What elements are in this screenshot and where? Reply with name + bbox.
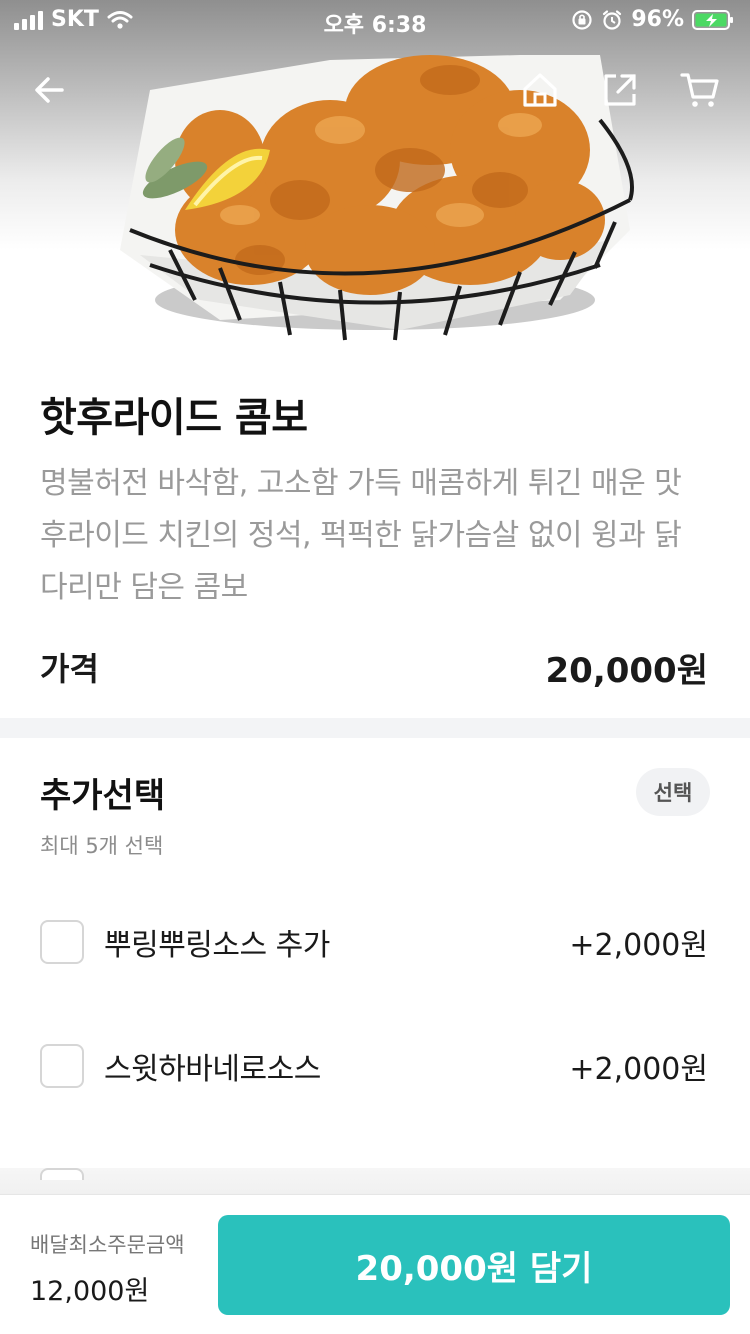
home-button[interactable] — [512, 62, 568, 118]
min-order-label: 배달최소주문금액 — [30, 1233, 185, 1257]
price-row: 가격 20,000원 — [40, 642, 708, 692]
price-label: 가격 — [40, 650, 99, 688]
min-order-value: 12,000원 — [30, 1276, 150, 1307]
status-bar: SKT 오후 6:38 96% — [0, 0, 750, 40]
cart-button[interactable] — [672, 62, 728, 118]
option-price: +2,000원 — [569, 928, 708, 963]
description-line: 후라이드 치킨의 정석, 퍽퍽한 닭가슴살 없이 윙과 닭 — [40, 518, 682, 553]
option-checkbox[interactable] — [40, 920, 84, 964]
cart-icon — [680, 73, 719, 107]
fried-chicken-basket-image — [120, 55, 634, 341]
scroll-fade — [0, 1168, 750, 1196]
add-to-cart-button[interactable]: 20,000원 담기 — [218, 1215, 730, 1315]
option-price: +2,000원 — [569, 1052, 708, 1087]
options-section-title: 추가선택 — [40, 776, 166, 816]
price-value: 20,000원 — [545, 650, 708, 691]
option-checkbox[interactable] — [40, 1044, 84, 1088]
alarm-icon — [603, 9, 622, 30]
product-description: 명불허전 바삭함, 고소함 가득 매콤하게 튀긴 매운 맛 후라이드 치킨의 정… — [40, 458, 720, 614]
product-image — [0, 0, 750, 345]
back-button[interactable] — [22, 62, 78, 118]
options-limit-text: 최대 5개 선택 — [40, 834, 164, 858]
battery-percent: 96% — [631, 7, 684, 32]
product-title: 핫후라이드 콤보 — [40, 395, 308, 441]
bottom-order-bar: 배달최소주문금액 12,000원 20,000원 담기 — [0, 1194, 750, 1334]
home-icon — [523, 73, 557, 107]
optional-badge: 선택 — [636, 768, 710, 816]
description-line: 다리만 담은 콤보 — [40, 570, 248, 605]
section-divider — [0, 718, 750, 738]
back-arrow-icon — [35, 77, 64, 103]
share-icon — [604, 74, 636, 106]
option-label: 뿌링뿌링소스 추가 — [104, 928, 330, 963]
option-item[interactable]: 뿌링뿌링소스 추가 +2,000원 — [40, 917, 708, 967]
orientation-lock-icon — [572, 9, 592, 30]
option-item[interactable]: 스윗하바네로소스 +2,000원 — [40, 1041, 708, 1091]
option-label: 스윗하바네로소스 — [104, 1052, 321, 1087]
battery-charging-icon — [692, 9, 733, 30]
share-button[interactable] — [592, 62, 648, 118]
description-line: 명불허전 바삭함, 고소함 가득 매콤하게 튀긴 매운 맛 — [40, 466, 682, 501]
option-checkbox-partial[interactable] — [40, 1168, 84, 1180]
